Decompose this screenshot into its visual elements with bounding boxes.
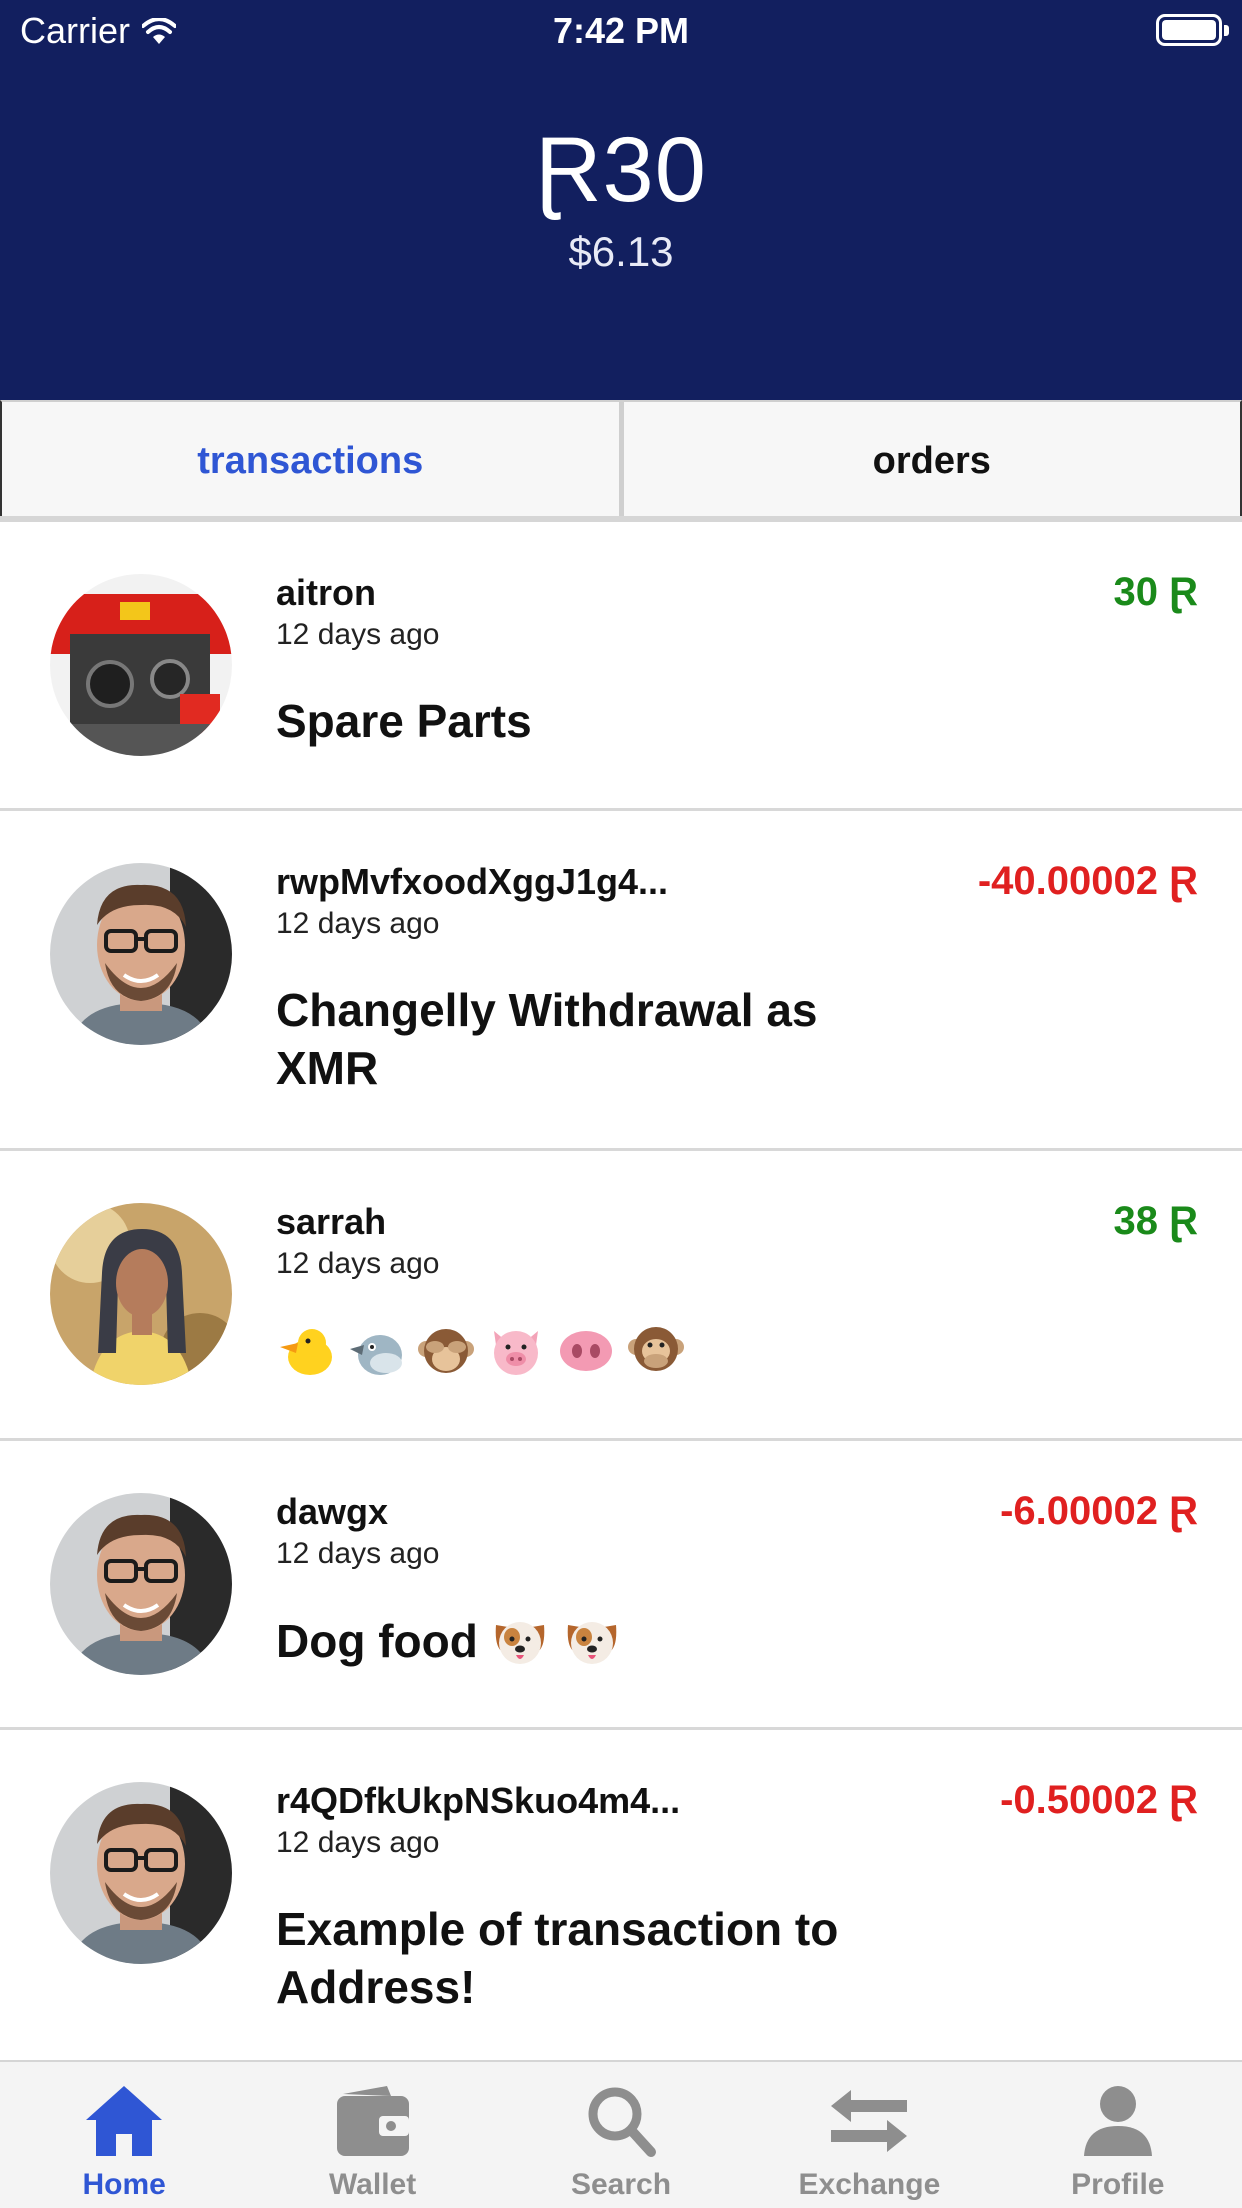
- transaction-memo: Dog food: [276, 1611, 916, 1671]
- transaction-user: sarrah: [276, 1201, 387, 1242]
- profile-icon: [1083, 2086, 1152, 2156]
- transaction-time: 12 days ago: [276, 1537, 440, 1570]
- transaction-user: r4QDfkUkpNSkuo4m4...: [276, 1780, 681, 1821]
- segment-tabs: transactions orders: [0, 400, 1242, 522]
- bird-emoji-icon: [346, 1321, 406, 1381]
- transaction-memo: Spare Parts: [276, 695, 532, 747]
- tab-transactions-label: transactions: [197, 439, 424, 482]
- wallet-icon: [336, 2086, 409, 2156]
- transaction-memo: Changelly Withdrawal as XMR: [276, 984, 818, 1094]
- transaction-time: 12 days ago: [276, 1826, 440, 1859]
- transaction-list: aitron 12 days ago 30 Ɽ Spare Parts rwpM…: [0, 522, 1242, 2070]
- transaction-user: rwpMvfxoodXggJ1g4...: [276, 861, 669, 902]
- transaction-user: dawgx: [276, 1491, 389, 1532]
- battery-icon: [1156, 14, 1229, 46]
- pig-face-emoji-icon: [486, 1321, 546, 1381]
- transaction-time: 12 days ago: [276, 618, 440, 651]
- tabbar-home-label: Home: [82, 2168, 166, 2201]
- dog-face-emoji-icon: [490, 1611, 550, 1671]
- transaction-amount: 30 Ɽ: [1113, 570, 1199, 614]
- transaction-amount: -6.00002 Ɽ: [1000, 1489, 1198, 1533]
- tabbar-exchange-label: Exchange: [798, 2168, 941, 2201]
- transaction-amount: -0.50002 Ɽ: [1000, 1778, 1198, 1822]
- balance-fiat-value: $6.13: [568, 228, 674, 275]
- tabbar-search[interactable]: Search: [497, 2062, 745, 2208]
- transaction-memo: Example of transaction to Address!: [276, 1903, 839, 2013]
- transaction-memo-emojis: [276, 1321, 686, 1381]
- transaction-row[interactable]: sarrah 12 days ago 38 Ɽ: [0, 1151, 1242, 1441]
- status-bar: Carrier 7:42 PM: [0, 0, 1242, 62]
- avatar: [50, 574, 232, 756]
- tabbar-wallet-label: Wallet: [328, 2168, 417, 2201]
- balance-amount: Ɽ30: [535, 119, 707, 221]
- speak-no-evil-monkey-emoji-icon: [626, 1321, 686, 1381]
- avatar: [50, 1782, 232, 1964]
- transaction-row[interactable]: aitron 12 days ago 30 Ɽ Spare Parts: [0, 522, 1242, 811]
- tab-orders-label: orders: [872, 439, 991, 482]
- avatar: [50, 1203, 232, 1385]
- tabbar-profile-label: Profile: [1071, 2168, 1165, 2201]
- see-no-evil-monkey-emoji-icon: [416, 1321, 476, 1381]
- home-icon: [86, 2086, 163, 2156]
- exchange-icon: [831, 2090, 908, 2152]
- tabbar-search-label: Search: [570, 2168, 672, 2201]
- transaction-user: aitron: [276, 572, 377, 613]
- pig-nose-emoji-icon: [556, 1321, 616, 1381]
- wallet-header: Carrier 7:42 PM Ɽ30 $6.13: [0, 0, 1242, 400]
- dog-face-emoji-icon: [562, 1611, 622, 1671]
- transaction-amount: -40.00002 Ɽ: [977, 859, 1198, 903]
- transaction-row[interactable]: rwpMvfxoodXggJ1g4... 12 days ago -40.000…: [0, 811, 1242, 1151]
- transaction-amount: 38 Ɽ: [1113, 1199, 1199, 1243]
- transaction-time: 12 days ago: [276, 907, 440, 940]
- transaction-row[interactable]: r4QDfkUkpNSkuo4m4... 12 days ago -0.5000…: [0, 1730, 1242, 2070]
- tabbar-wallet[interactable]: Wallet: [248, 2062, 496, 2208]
- tab-transactions[interactable]: transactions: [0, 400, 621, 522]
- status-time: 7:42 PM: [552, 10, 690, 51]
- bottom-tab-bar: Home Wallet Search Exchange Profile: [0, 2060, 1242, 2208]
- tab-orders[interactable]: orders: [620, 400, 1242, 522]
- avatar: [50, 1493, 232, 1675]
- search-icon: [588, 2087, 657, 2157]
- transaction-row[interactable]: dawgx 12 days ago -6.00002 Ɽ Dog food: [0, 1441, 1242, 1730]
- chick-emoji-icon: [276, 1321, 336, 1381]
- tabbar-home[interactable]: Home: [0, 2062, 248, 2208]
- tabbar-exchange[interactable]: Exchange: [745, 2062, 993, 2208]
- avatar: [50, 863, 232, 1045]
- transaction-time: 12 days ago: [276, 1247, 440, 1280]
- transaction-memo-text: Dog food: [276, 1615, 478, 1667]
- tabbar-profile[interactable]: Profile: [994, 2062, 1242, 2208]
